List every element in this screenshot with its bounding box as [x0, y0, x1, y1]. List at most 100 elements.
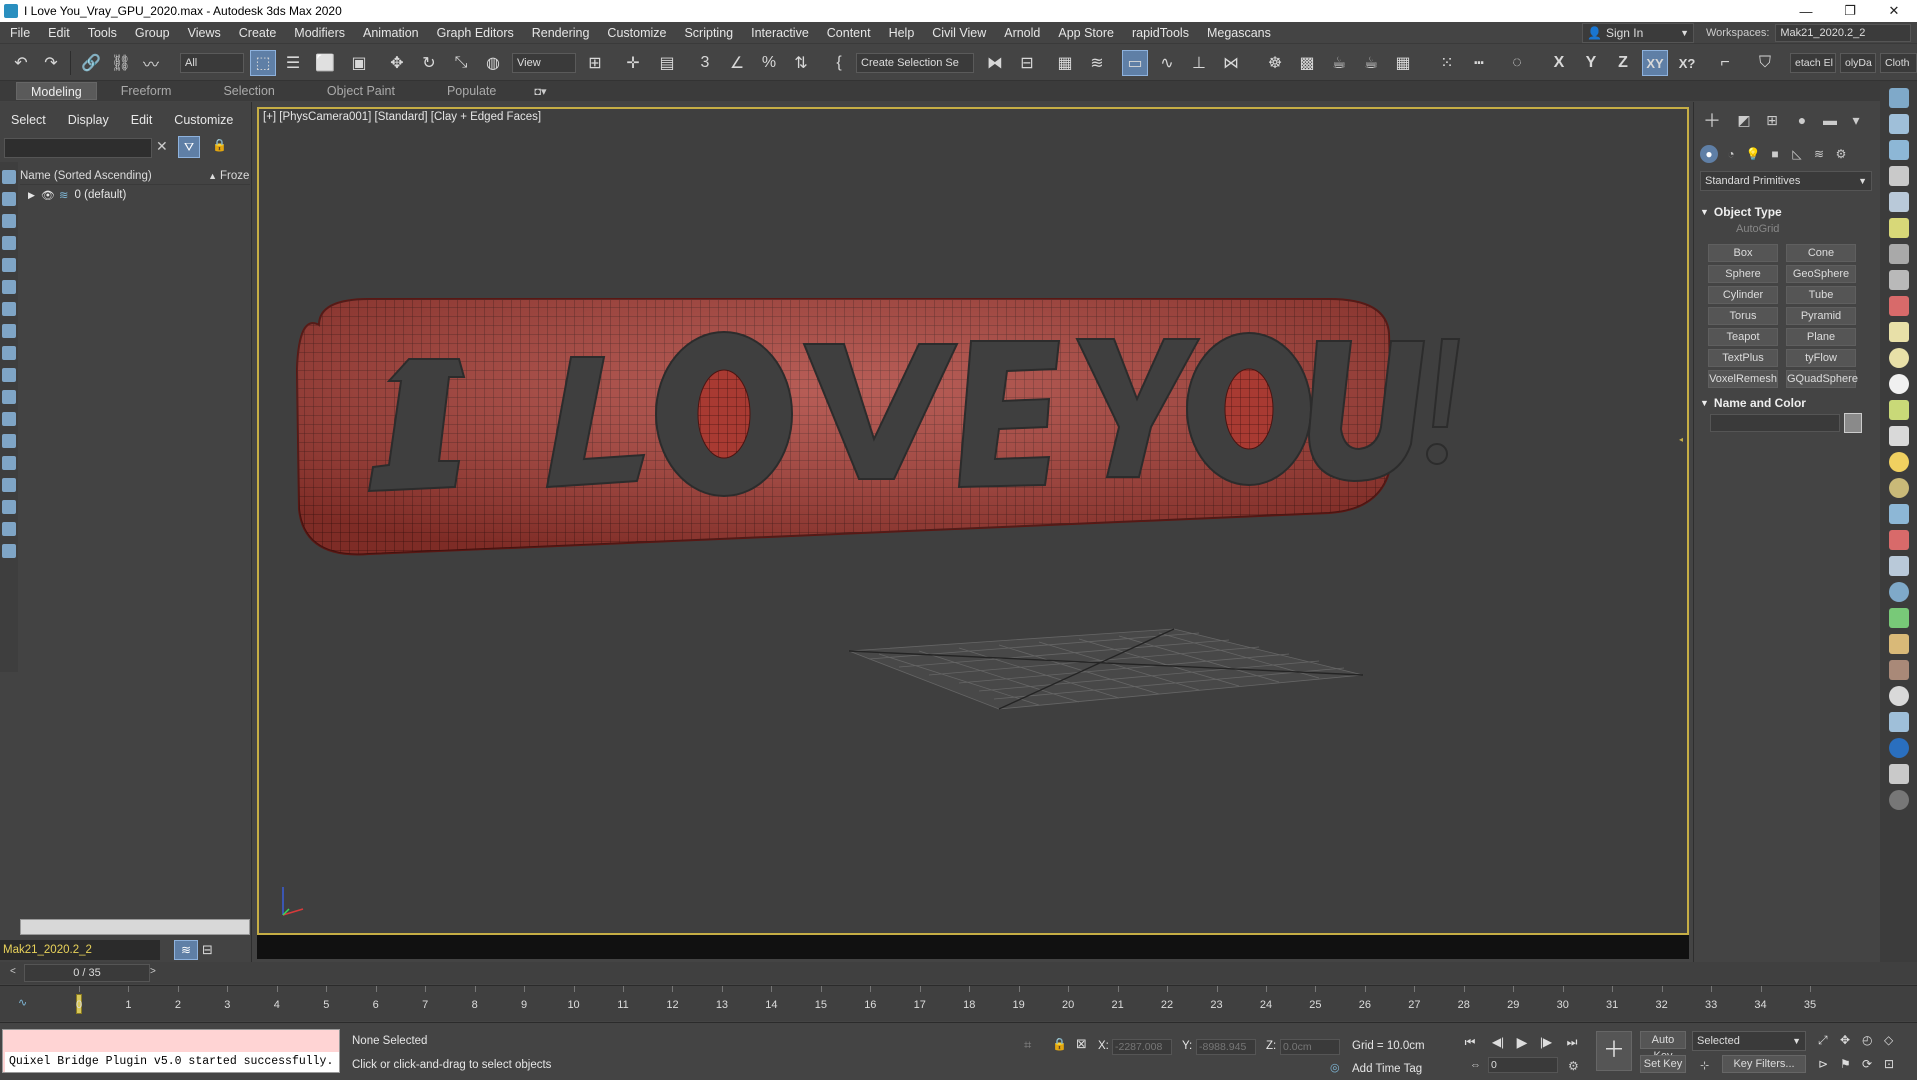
geometry-category-icon[interactable]: ● — [1700, 145, 1718, 163]
help-icon[interactable] — [1888, 790, 1909, 810]
truck-icon[interactable]: ⟳ — [1862, 1057, 1872, 1071]
add-time-tag-button[interactable]: Add Time Tag — [1352, 1063, 1422, 1075]
maximize-viewport-icon[interactable]: ⊡ — [1884, 1057, 1894, 1071]
active-layer-field[interactable]: Mak21_2020.2_2 — [0, 940, 160, 960]
toggle-icon[interactable] — [1888, 738, 1909, 758]
menu-content[interactable]: Content — [818, 26, 880, 40]
menu-edit[interactable]: Edit — [39, 26, 79, 40]
unlink-icon[interactable]: ⛓ — [108, 50, 134, 76]
time-config-icon[interactable]: ⚙ — [1568, 1059, 1579, 1073]
display-helpers-icon[interactable] — [2, 258, 16, 272]
selection-region-icon[interactable]: ◌ — [1504, 50, 1530, 76]
go-to-start-icon[interactable]: ⏮ — [1460, 1032, 1480, 1052]
key-filters-button[interactable]: Key Filters... — [1722, 1055, 1806, 1073]
hair-icon[interactable] — [1888, 634, 1909, 654]
viewport[interactable]: [+] [PhysCamera001] [Standard] [Clay + E… — [257, 107, 1689, 935]
absolute-mode-icon[interactable]: ⊠ — [1076, 1036, 1087, 1052]
column-frozen-header[interactable]: Frozen — [220, 170, 250, 182]
key-mode-dropdown[interactable]: Selected ▼ — [1692, 1031, 1806, 1051]
hierarchy-tab-icon[interactable]: ⊞ — [1762, 110, 1782, 130]
go-to-end-icon[interactable]: ⏭ — [1562, 1032, 1582, 1052]
layer-explorer-toggle-icon[interactable]: ≋ — [174, 940, 198, 960]
keyboard-shortcut-icon[interactable]: ▤ — [654, 50, 680, 76]
key-filter-icon[interactable]: ⊹ — [1700, 1059, 1709, 1072]
fur-icon[interactable] — [1888, 504, 1909, 524]
display-containers-icon[interactable] — [2, 368, 16, 382]
cloth-button[interactable]: Cloth — [1880, 53, 1917, 73]
walk-through-icon[interactable]: ⊳ — [1818, 1057, 1828, 1071]
fov-icon[interactable]: ◇ — [1884, 1033, 1893, 1047]
select-by-name-icon[interactable]: ☰ — [280, 50, 306, 76]
workspace-selector[interactable]: Workspaces: Mak21_2020.2_2 — [1706, 23, 1917, 43]
ambient-light-icon[interactable] — [1888, 478, 1909, 498]
shapes-category-icon[interactable]: ◔ — [1722, 145, 1740, 163]
sun-icon[interactable] — [1888, 452, 1909, 472]
scale-icon[interactable]: ⤡ — [448, 50, 474, 76]
render-production-icon[interactable]: ☕ — [1326, 50, 1352, 76]
plane-icon[interactable] — [1888, 556, 1909, 576]
viewport-resize-handle[interactable]: ◂ — [1679, 435, 1685, 444]
zoom-extents-icon[interactable]: ⤢ — [1818, 1033, 1828, 1048]
dolly-icon[interactable]: ⚑ — [1840, 1057, 1851, 1071]
menu-file[interactable]: File — [0, 26, 39, 40]
menu-help[interactable]: Help — [880, 26, 924, 40]
gquadsphere-button[interactable]: GQuadSphere — [1786, 370, 1858, 388]
polydata-button[interactable]: olyDa — [1840, 53, 1876, 73]
window-crossing-icon[interactable]: ▣ — [346, 50, 372, 76]
display-lights-icon[interactable] — [2, 214, 16, 228]
auto-key-button[interactable]: Auto Key — [1640, 1031, 1686, 1062]
menu-tools[interactable]: Tools — [79, 26, 126, 40]
redo-icon[interactable]: ↷ — [38, 50, 64, 76]
link-icon[interactable]: 🔗 — [78, 50, 104, 76]
expand-arrow-icon[interactable]: ▶ — [28, 190, 35, 201]
proxy-icon[interactable] — [1888, 530, 1909, 550]
time-tag-icon[interactable]: ◎ — [1330, 1061, 1340, 1074]
clipboard-icon[interactable] — [1888, 764, 1909, 784]
object-color-swatch[interactable] — [1844, 413, 1862, 433]
motion-tab-icon[interactable]: ● — [1792, 110, 1812, 130]
display-cameras-icon[interactable] — [2, 236, 16, 250]
menu-civil-view[interactable]: Civil View — [923, 26, 995, 40]
ies-light-icon[interactable] — [1888, 426, 1909, 446]
tab-selection[interactable]: Selection — [209, 82, 288, 100]
decal-icon[interactable] — [1888, 660, 1909, 680]
tab-modeling[interactable]: Modeling — [16, 82, 97, 100]
menu-megascans[interactable]: Megascans — [1198, 26, 1280, 40]
maximize-button[interactable]: ❐ — [1828, 0, 1872, 22]
display-tab-icon[interactable]: ▬ — [1820, 110, 1840, 130]
autogrid-checkbox[interactable]: AutoGrid — [1736, 223, 1779, 235]
bind-spacewarp-icon[interactable]: 〰 — [138, 50, 164, 76]
z-coordinate-field[interactable]: 0.0cm — [1280, 1039, 1340, 1055]
detach-element-button[interactable]: etach El — [1790, 53, 1836, 73]
pyramid-button[interactable]: Pyramid — [1786, 307, 1856, 325]
axis-z-button[interactable]: Z — [1610, 50, 1636, 76]
mesh-light-icon[interactable] — [1888, 400, 1909, 420]
curve-editor-icon[interactable]: ∿ — [1154, 50, 1180, 76]
scene-search-input[interactable] — [4, 138, 152, 158]
primitive-category-dropdown[interactable]: Standard Primitives ▼ — [1700, 171, 1872, 191]
display-spacewarps-icon[interactable] — [2, 280, 16, 294]
frame-icon[interactable] — [1888, 322, 1909, 342]
tube-button[interactable]: Tube — [1786, 286, 1856, 304]
se-menu-edit[interactable]: Edit — [120, 113, 164, 127]
mirror-icon[interactable]: ⧓ — [982, 50, 1008, 76]
box-button[interactable]: Box — [1708, 244, 1778, 262]
menu-scripting[interactable]: Scripting — [675, 26, 742, 40]
se-menu-select[interactable]: Select — [0, 113, 57, 127]
angle-snap-icon[interactable]: ∠ — [724, 50, 750, 76]
dome-light-icon[interactable] — [1888, 348, 1909, 368]
rect-selection-icon[interactable]: ⬜ — [312, 50, 338, 76]
ribbon-options-icon[interactable]: ◘▾ — [534, 85, 546, 98]
edit-named-sets-icon[interactable]: { — [826, 50, 852, 76]
axis-x-button[interactable]: X — [1546, 50, 1572, 76]
time-slider[interactable]: 0 / 35 — [24, 964, 150, 982]
camera-icon[interactable] — [1888, 244, 1909, 264]
next-frame-icon[interactable]: |▶ — [1536, 1032, 1556, 1052]
snap-corner-icon[interactable]: ⌐ — [1712, 50, 1738, 76]
container-icon[interactable] — [2, 544, 16, 558]
rendered-frame-icon[interactable]: ▩ — [1294, 50, 1320, 76]
sphere-light-icon[interactable] — [1888, 374, 1909, 394]
cone-button[interactable]: Cone — [1786, 244, 1856, 262]
menu-modifiers[interactable]: Modifiers — [285, 26, 354, 40]
tab-populate[interactable]: Populate — [433, 82, 510, 100]
